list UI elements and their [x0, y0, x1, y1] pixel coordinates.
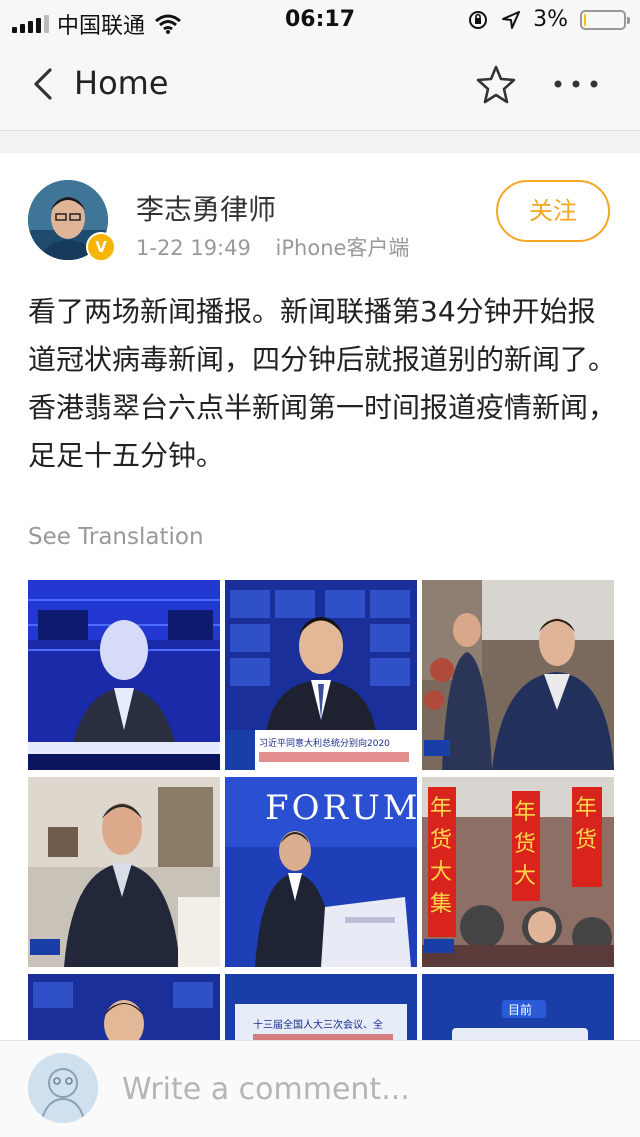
image-9-caption: 目前	[508, 1002, 532, 1017]
nav-bar: Home	[0, 40, 640, 131]
status-bar: 中国联通 06:17 3%	[0, 0, 640, 40]
section-divider	[0, 131, 640, 153]
status-right: 3%	[467, 7, 630, 32]
svg-text:货: 货	[575, 828, 597, 853]
post-meta: 1-22 19:49 iPhone客户端	[136, 232, 427, 262]
favorite-star-icon[interactable]	[474, 62, 518, 106]
post-image-5[interactable]: FORUM	[225, 777, 417, 967]
post-image-4[interactable]	[28, 777, 220, 967]
image-5-caption: FORUM	[265, 788, 417, 828]
post-source: iPhone客户端	[275, 236, 410, 260]
follow-button[interactable]: 关注	[496, 180, 610, 242]
see-translation-link[interactable]: See Translation	[28, 524, 204, 550]
post-image-6[interactable]: 年货大集 年货大 年货	[422, 777, 614, 967]
back-button-label[interactable]: Home	[74, 64, 169, 102]
svg-text:集: 集	[430, 892, 452, 917]
post-image-7[interactable]	[28, 974, 220, 1040]
image-2-caption: 习近平同意大利总统分别向2020	[259, 737, 390, 749]
post-image-3[interactable]	[422, 580, 614, 770]
image-8-caption: 十三届全国人大三次会议、全	[253, 1018, 383, 1031]
battery-fill	[584, 13, 586, 26]
svg-text:大: 大	[430, 860, 452, 885]
verified-badge: V	[86, 232, 116, 262]
more-options-icon[interactable]	[550, 66, 602, 102]
svg-text:年: 年	[514, 800, 536, 825]
comment-input[interactable]	[122, 1065, 602, 1113]
svg-text:货: 货	[514, 832, 536, 857]
post-timestamp: 1-22 19:49	[136, 236, 251, 260]
svg-text:货: 货	[430, 828, 452, 853]
svg-text:大: 大	[514, 864, 536, 889]
comment-bar	[0, 1040, 640, 1137]
svg-text:年: 年	[575, 796, 597, 821]
location-icon	[502, 10, 521, 29]
battery-percent: 3%	[533, 7, 568, 32]
battery-icon	[580, 9, 630, 30]
post-image-8[interactable]: 十三届全国人大三次会议、全	[225, 974, 417, 1040]
user-avatar[interactable]	[28, 1053, 98, 1123]
image-grid: 习近平同意大利总统分别向2020 FORUM 年 货 大 集 年 货 大 年 货…	[28, 580, 614, 1040]
svg-text:年: 年	[430, 796, 452, 821]
post-body: 看了两场新闻播报。新闻联播第34分钟开始报道冠状病毒新闻，四分钟后就报道别的新闻…	[28, 295, 617, 472]
post-image-1[interactable]	[28, 580, 220, 770]
author-name[interactable]: 李志勇律师	[136, 188, 276, 228]
post-image-9[interactable]: 目前	[422, 974, 614, 1040]
orientation-lock-icon	[469, 10, 488, 29]
back-chevron-icon[interactable]	[26, 64, 66, 104]
post-image-2[interactable]: 习近平同意大利总统分别向2020	[225, 580, 417, 770]
